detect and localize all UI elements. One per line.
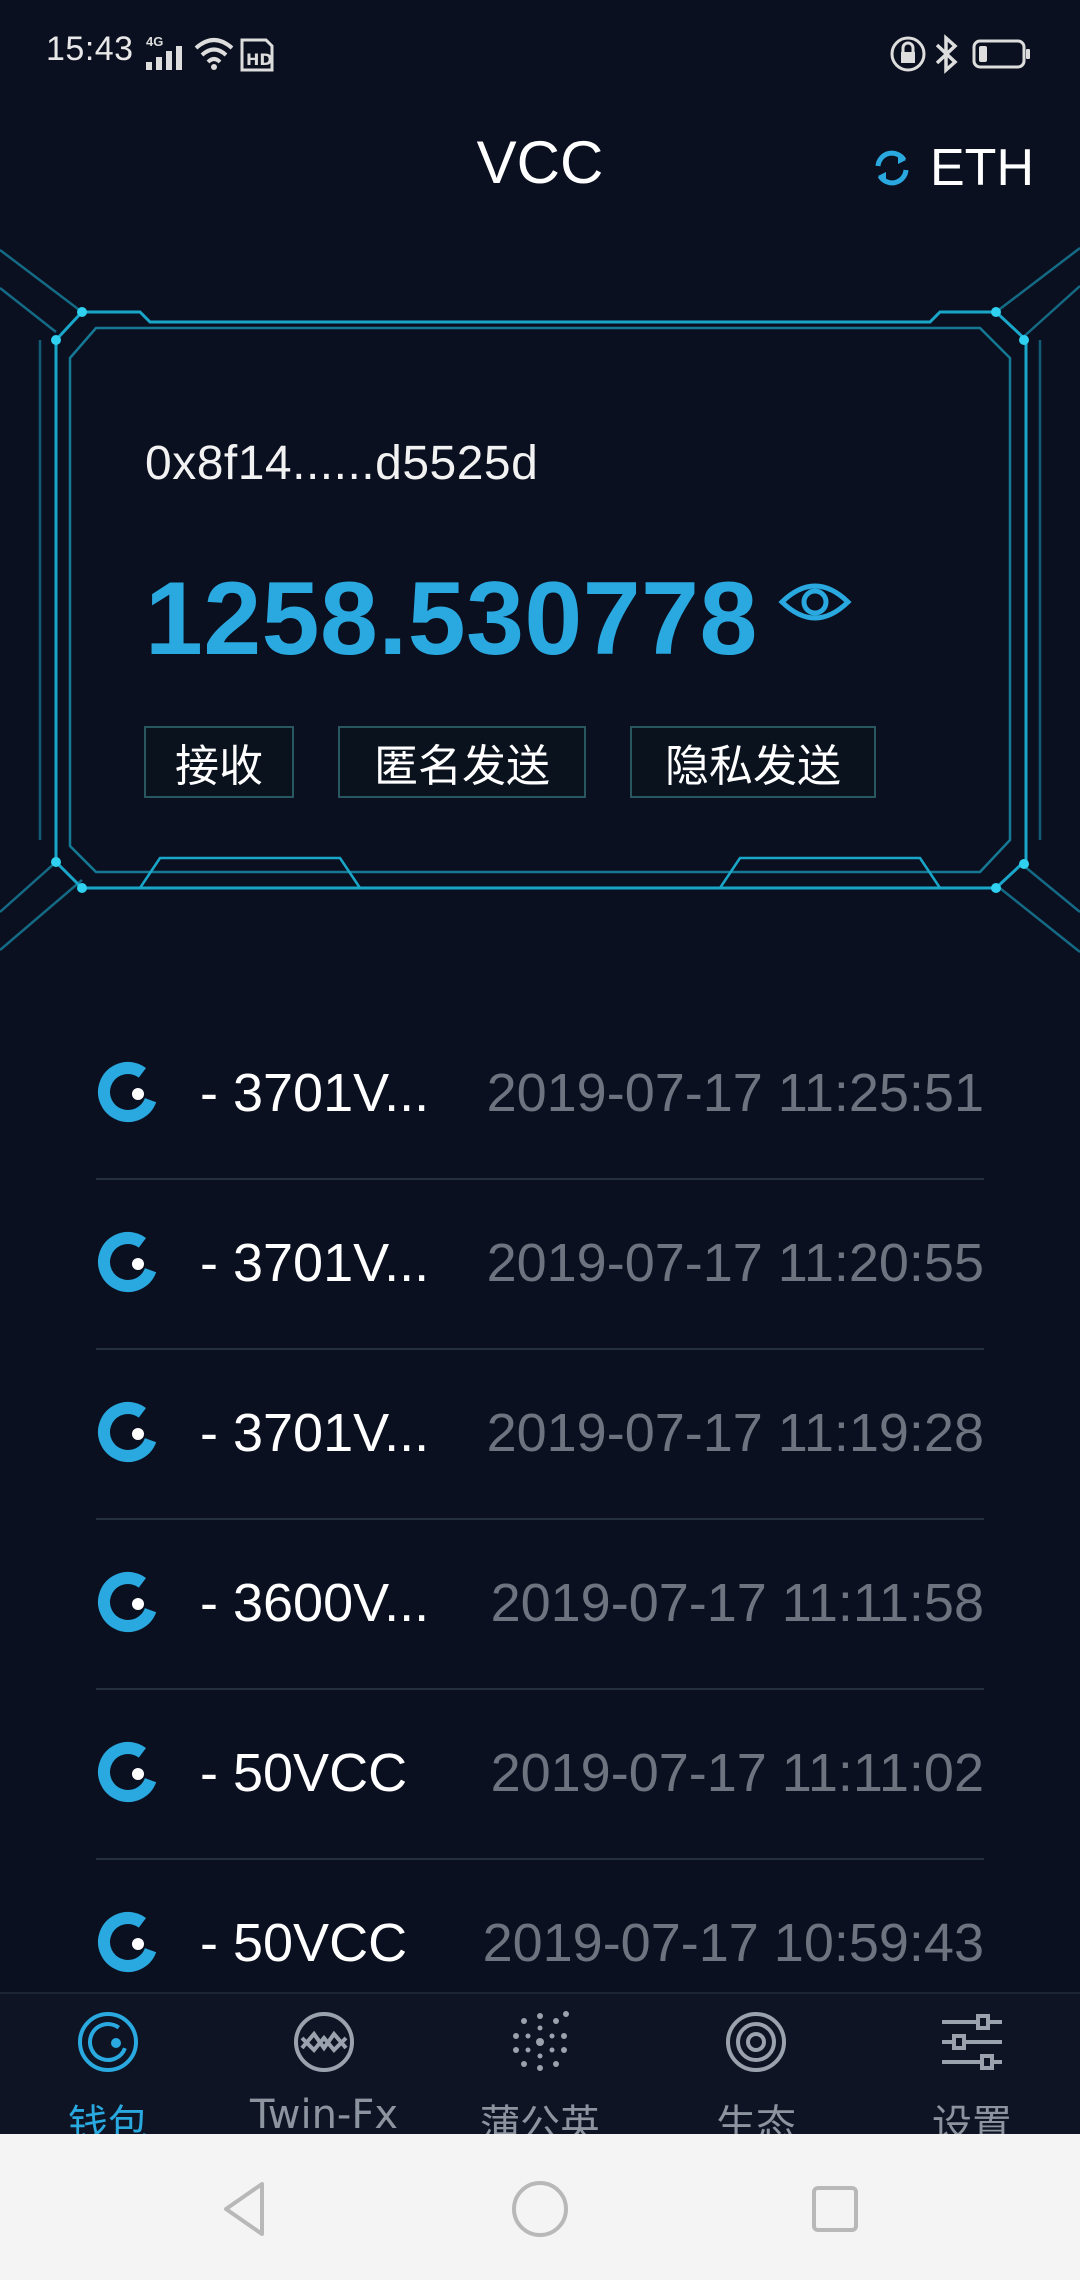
ecosystem-icon (726, 2012, 786, 2072)
currency-switch-button[interactable]: ETH (870, 138, 1034, 198)
transaction-amount: - 50VCC (200, 1913, 408, 1973)
back-icon[interactable] (210, 2174, 280, 2244)
tab-twin-fx[interactable]: Twin-Fx (224, 2008, 424, 2136)
vcc-coin-icon (98, 1402, 158, 1462)
wallet-balance: 1258.530778 (145, 561, 758, 677)
twin-fx-icon (294, 2012, 354, 2072)
wifi-icon (194, 38, 234, 70)
vcc-coin-icon (98, 1232, 158, 1292)
lock-icon (890, 36, 926, 72)
wallet-icon (78, 2012, 138, 2072)
tab-label: Twin-Fx (249, 2092, 399, 2136)
private-send-button[interactable]: 隐私发送 (630, 726, 876, 798)
status-bar: 15:43 4G HD (0, 0, 1080, 110)
battery-icon (972, 39, 1030, 69)
vcc-coin-icon (98, 1572, 158, 1632)
receive-button[interactable]: 接收 (144, 726, 294, 798)
anonymous-send-button[interactable]: 匿名发送 (338, 726, 586, 798)
refresh-icon (875, 150, 909, 186)
tab-wallet[interactable]: 钱包 (8, 2008, 208, 2136)
system-navigation-bar (0, 2134, 1080, 2280)
transaction-list: - 3701V... 2019-07-17 11:25:51 - 3701V..… (96, 1010, 984, 2030)
tab-label: 蒲公英 (480, 2102, 600, 2136)
transaction-row[interactable]: - 3701V... 2019-07-17 11:19:28 (96, 1350, 984, 1520)
recents-icon[interactable] (800, 2174, 870, 2244)
vcc-coin-icon (98, 1062, 158, 1122)
transaction-amount: - 3701V... (200, 1403, 430, 1463)
status-time: 15:43 (46, 30, 134, 68)
transaction-time: 2019-07-17 11:25:51 (486, 1063, 984, 1123)
transaction-row[interactable]: - 3600V... 2019-07-17 11:11:58 (96, 1520, 984, 1690)
signal-icon (146, 46, 182, 70)
transaction-time: 2019-07-17 11:19:28 (486, 1403, 984, 1463)
transaction-row[interactable]: - 3701V... 2019-07-17 11:25:51 (96, 1010, 984, 1180)
transaction-time: 2019-07-17 11:11:58 (490, 1573, 984, 1633)
vcc-coin-icon (98, 1742, 158, 1802)
transaction-row[interactable]: - 3701V... 2019-07-17 11:20:55 (96, 1180, 984, 1350)
transaction-time: 2019-07-17 11:11:02 (490, 1743, 984, 1803)
bottom-tab-bar: 钱包 Twin-Fx 蒲公英 生态 设置 (0, 1992, 1080, 2136)
svg-text:HD: HD (246, 50, 273, 69)
tab-ecosystem[interactable]: 生态 (656, 2008, 856, 2136)
tab-label: 设置 (932, 2102, 1012, 2136)
transaction-amount: - 3701V... (200, 1233, 430, 1293)
bluetooth-icon (935, 34, 958, 74)
tab-dandelion[interactable]: 蒲公英 (440, 2008, 640, 2136)
transaction-amount: - 50VCC (200, 1743, 408, 1803)
transaction-time: 2019-07-17 11:20:55 (486, 1233, 984, 1293)
transaction-amount: - 3600V... (200, 1573, 430, 1633)
currency-label: ETH (930, 139, 1034, 197)
transaction-row[interactable]: - 50VCC 2019-07-17 11:11:02 (96, 1690, 984, 1860)
tab-settings[interactable]: 设置 (872, 2008, 1072, 2136)
tab-label: 生态 (716, 2102, 796, 2136)
hd-icon: HD (240, 38, 274, 72)
dandelion-icon (513, 2011, 569, 2071)
settings-icon (942, 2014, 1002, 2070)
transaction-time: 2019-07-17 10:59:43 (482, 1913, 984, 1973)
wallet-address[interactable]: 0x8f14......d5525d (145, 436, 538, 491)
tab-label: 钱包 (68, 2102, 148, 2136)
vcc-coin-icon (98, 1912, 158, 1972)
home-icon[interactable] (505, 2174, 575, 2244)
eye-icon[interactable] (778, 572, 852, 632)
transaction-amount: - 3701V... (200, 1063, 430, 1123)
